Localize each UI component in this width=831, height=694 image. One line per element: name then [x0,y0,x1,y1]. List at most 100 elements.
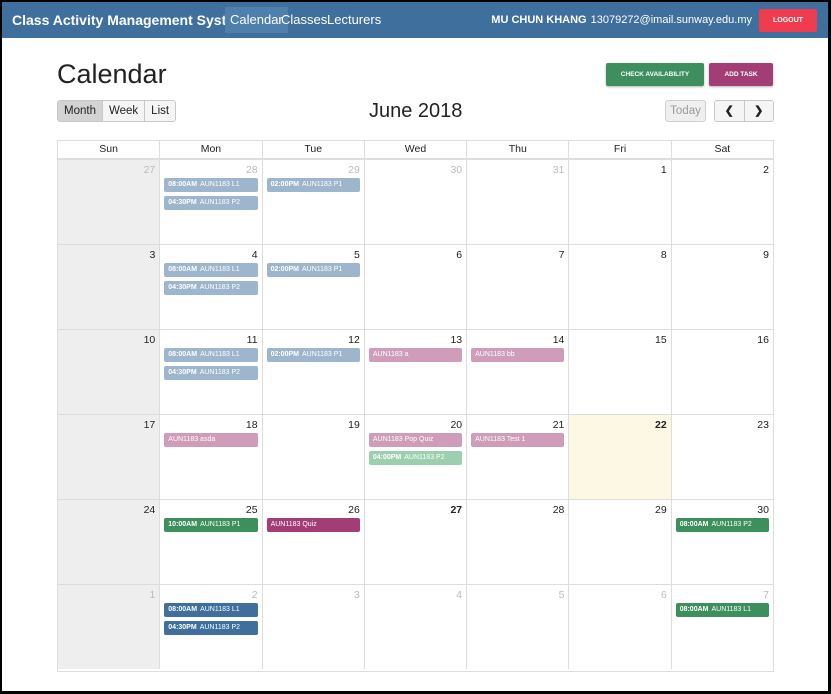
day-cell[interactable]: 20 AUN1183 Pop Quiz 04:00PM AUN1183 P2 [365,415,468,499]
calendar-event[interactable]: AUN1183 asda [164,433,258,447]
day-cell[interactable]: 28 08:00AM AUN1183 L1 04:30PM AUN1183 P2 [160,160,263,244]
day-number: 8 [660,249,667,261]
day-number: 29 [655,504,667,516]
calendar-event[interactable]: 08:00AM AUN1183 P2 [675,518,769,532]
day-cell[interactable]: 5 [467,585,570,669]
calendar-event[interactable]: 02:00PM AUN1183 P1 [266,178,360,192]
weekday-sat: Sat [714,143,731,155]
event-title: AUN1183 L1 [200,181,240,188]
day-number: 4 [456,589,463,601]
day-cell[interactable]: 31 [467,160,570,244]
check-availability-button[interactable]: CHECK AVAILABILITY [606,63,704,86]
day-cell[interactable]: 11 08:00AM AUN1183 L1 04:30PM AUN1183 P2 [160,330,263,414]
week-row: 17 18 AUN1183 asda 19 20 AUN1183 Pop Quiz 04:0… [58,414,773,499]
calendar-event[interactable]: 02:00PM AUN1183 P1 [266,348,360,362]
week-row: 10 11 08:00AM AUN1183 L1 04:30PM AUN1183 P2 12… [58,329,773,414]
calendar-event[interactable]: 08:00AM AUN1183 L1 [164,348,258,362]
day-cell[interactable]: 23 [672,415,773,499]
chevron-right-icon[interactable]: ❯ [744,101,773,121]
chevron-left-icon[interactable]: ❮ [715,101,745,121]
day-cell[interactable]: 14 AUN1183 bb [467,330,570,414]
nav-lecturers[interactable]: Lecturers [322,7,386,33]
weekday-thu: Thu [467,141,570,158]
calendar-event[interactable]: AUN1183 Pop Quiz [368,433,463,447]
day-cell[interactable]: 30 [365,160,468,244]
day-number: 2 [763,164,769,176]
day-cell[interactable]: 1 [569,160,672,244]
day-cell[interactable]: 4 [365,585,468,669]
event-title: AUN1183 P1 [301,266,343,273]
day-cell[interactable]: 16 [672,330,773,414]
day-cell[interactable]: 7 08:00AM AUN1183 L1 [672,585,773,669]
day-cell[interactable]: 2 08:00AM AUN1183 L1 04:30PM AUN1183 P2 [160,585,263,669]
day-number: 20 [450,419,463,431]
calendar-event[interactable]: AUN1183 a [368,348,463,362]
week-row: 3 4 08:00AM AUN1183 L1 04:30PM AUN1183 P2 5 02:… [58,244,773,329]
day-cell[interactable]: 21 AUN1183 Test 1 [467,415,570,499]
day-cell[interactable]: 13 AUN1183 a [365,330,468,414]
day-number: 6 [660,589,667,601]
day-cell[interactable]: 9 [672,245,773,329]
day-cell[interactable]: 5 02:00PM AUN1183 P1 [263,245,365,329]
day-number: 3 [149,249,156,261]
calendar-event[interactable]: 04:30PM AUN1183 P2 [164,366,258,380]
logout-button[interactable]: LOGOUT [759,9,817,32]
app-window: Class Activity Management System Calenda… [2,2,828,691]
event-time: 02:00PM [270,181,299,188]
day-cell[interactable]: 22 [569,415,672,499]
day-cell[interactable]: 27 [365,500,468,584]
day-cell[interactable]: 4 08:00AM AUN1183 L1 04:30PM AUN1183 P2 [160,245,263,329]
page-title: Calendar [57,59,167,89]
app-brand[interactable]: Class Activity Management System [12,12,246,28]
day-cell[interactable]: 15 [569,330,672,414]
day-cell[interactable]: 29 [569,500,672,584]
calendar-event[interactable]: 08:00AM AUN1183 L1 [164,178,258,192]
calendar-event[interactable]: 04:30PM AUN1183 P2 [164,281,258,295]
calendar-event[interactable]: 04:00PM AUN1183 P2 [368,451,463,465]
day-cell[interactable]: 26 AUN1183 Quiz [263,500,365,584]
calendar-event[interactable]: AUN1183 bb [471,348,565,362]
day-cell[interactable]: 17 [58,415,161,499]
calendar-event[interactable]: 02:00PM AUN1183 P1 [266,263,360,277]
day-number: 11 [246,334,258,346]
day-cell[interactable]: 27 [58,160,161,244]
day-number: 31 [552,164,565,176]
today-button[interactable]: Today [665,100,706,122]
day-number: 16 [757,334,769,346]
day-cell[interactable]: 29 02:00PM AUN1183 P1 [263,160,365,244]
calendar-event[interactable]: 08:00AM AUN1183 L1 [164,263,258,277]
event-time: 02:00PM [270,351,299,358]
view-month-button[interactable]: Month [58,101,103,121]
day-cell[interactable]: 6 [569,585,672,669]
day-cell[interactable]: 28 [467,500,570,584]
calendar-event[interactable]: 08:00AM AUN1183 L1 [675,603,769,617]
calendar-event[interactable]: 10:00AM AUN1183 P1 [164,518,258,532]
day-cell[interactable]: 25 10:00AM AUN1183 P1 [160,500,263,584]
day-cell[interactable]: 7 [467,245,570,329]
day-cell[interactable]: 3 [263,585,365,669]
add-task-button[interactable]: ADD TASK [709,63,773,86]
view-week-button[interactable]: Week [102,101,146,121]
day-cell[interactable]: 19 [263,415,365,499]
event-time: 08:00AM [168,351,198,358]
view-list-button[interactable]: List [145,101,176,121]
calendar-event[interactable]: 04:30PM AUN1183 P2 [164,621,258,635]
calendar-event[interactable]: 04:30PM AUN1183 P2 [164,196,258,210]
calendar-event[interactable]: 08:00AM AUN1183 L1 [164,603,258,617]
day-cell[interactable]: 1 [58,585,161,669]
event-title: AUN1183 P2 [199,199,241,206]
calendar-event[interactable]: AUN1183 Test 1 [471,433,565,447]
day-number: 13 [450,334,463,346]
day-cell[interactable]: 10 [58,330,161,414]
day-cell[interactable]: 8 [569,245,672,329]
day-number: 17 [143,419,156,431]
day-cell[interactable]: 30 08:00AM AUN1183 P2 [672,500,773,584]
day-cell[interactable]: 18 AUN1183 asda [160,415,263,499]
day-cell[interactable]: 12 02:00PM AUN1183 P1 [263,330,365,414]
day-cell[interactable]: 2 [672,160,773,244]
calendar-event[interactable]: AUN1183 Quiz [266,518,360,532]
day-cell[interactable]: 3 [58,245,161,329]
day-cell[interactable]: 6 [365,245,468,329]
day-number: 18 [245,419,258,431]
day-cell[interactable]: 24 [58,500,161,584]
